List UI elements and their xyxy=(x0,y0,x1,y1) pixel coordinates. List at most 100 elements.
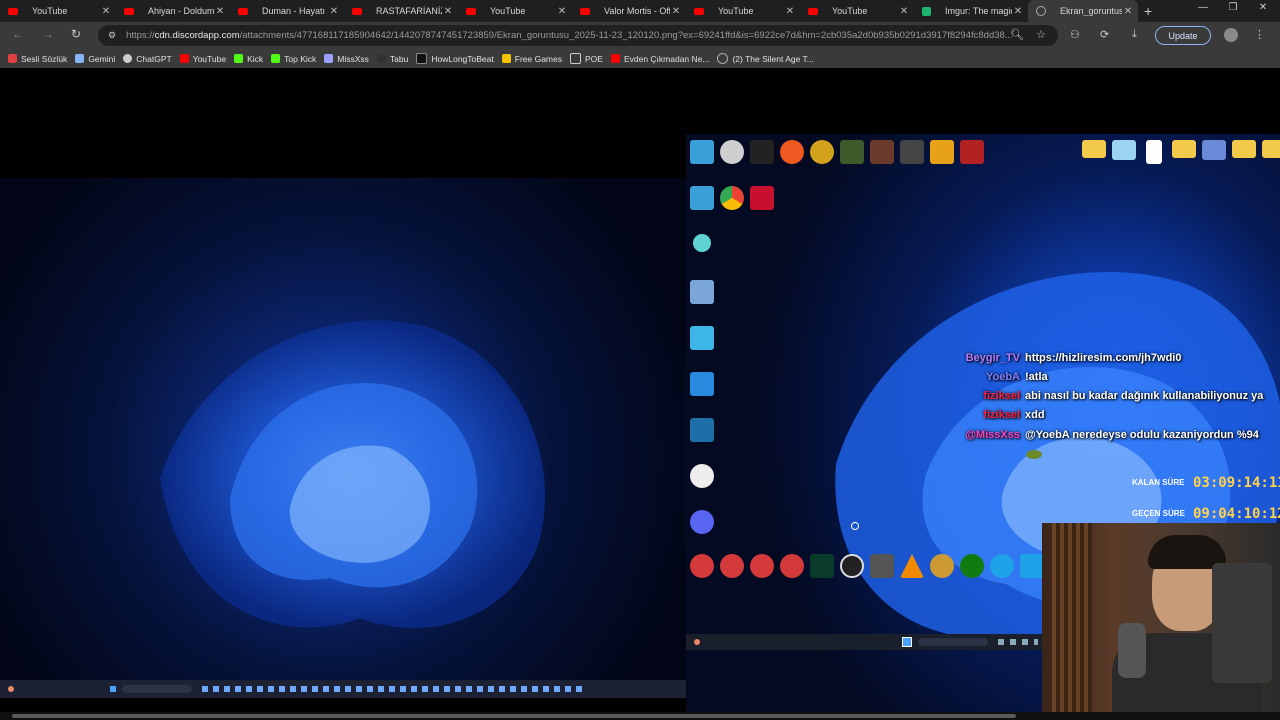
tab-title: YouTube xyxy=(32,6,68,16)
xbox-icon xyxy=(958,554,986,580)
tag-icon xyxy=(501,54,511,63)
bookmark-item[interactable]: Sesli Sözlük xyxy=(8,54,67,64)
close-tab-icon[interactable]: ✕ xyxy=(442,6,454,17)
youtube-icon xyxy=(466,7,476,15)
chat-username: fiziksel xyxy=(983,390,1020,402)
bookmark-label: Free Games xyxy=(514,53,562,64)
bookmark-folder[interactable]: POE xyxy=(570,53,603,64)
tab[interactable]: RASTAFARİANİZM: B✕ xyxy=(344,0,458,22)
desktop-icon xyxy=(718,140,746,166)
url-prefix: https:// xyxy=(126,30,155,41)
start-icon xyxy=(902,637,912,647)
tab[interactable]: Imgur: The magic of✕ xyxy=(914,0,1028,22)
tab[interactable]: Duman - Hayatı Yaşa✕ xyxy=(230,0,344,22)
cursor-icon xyxy=(851,522,859,530)
webcam-overlay xyxy=(1042,523,1280,720)
bloom-wallpaper-graphic xyxy=(160,320,546,629)
update-button[interactable]: Update xyxy=(1155,26,1211,45)
sync-icon[interactable]: ⟳ xyxy=(1100,28,1109,41)
minimize-icon[interactable]: — xyxy=(1188,2,1218,13)
url-text[interactable]: https://cdn.discordapp.com/attachments/4… xyxy=(126,30,1013,41)
desktop-icon xyxy=(688,554,716,580)
bookmark-label: HowLongToBeat xyxy=(431,53,494,64)
horizontal-scrollbar[interactable] xyxy=(0,712,1280,720)
bookmark-item[interactable]: YouTube xyxy=(179,54,226,64)
download-icon[interactable]: ⤓ xyxy=(1132,28,1137,41)
search-box xyxy=(122,685,192,693)
reload-icon[interactable]: ↻ xyxy=(71,27,81,41)
url-path: /attachments/477168117185904642/14420787… xyxy=(239,30,1013,41)
tab[interactable]: YouTube ✕ xyxy=(686,0,800,22)
youtube-icon xyxy=(124,7,134,15)
chat-username: Beygir_TV xyxy=(965,352,1020,364)
site-info-icon[interactable]: ⚙ xyxy=(108,30,116,41)
tab-title: Ekran_goruntusu_20 xyxy=(1060,6,1122,16)
tab-title: YouTube xyxy=(718,6,754,16)
youtube-icon xyxy=(179,54,189,63)
back-icon[interactable]: ← xyxy=(12,27,24,41)
scrollbar-thumb[interactable] xyxy=(12,714,1016,718)
profile-avatar[interactable] xyxy=(1224,28,1238,42)
close-tab-icon[interactable]: ✕ xyxy=(214,6,226,17)
bookmark-item[interactable]: Tabu xyxy=(376,53,409,64)
tab[interactable]: Ahiyan - Doldum (O✕ xyxy=(116,0,230,22)
close-tab-icon[interactable]: ✕ xyxy=(898,6,910,17)
bookmark-item[interactable]: Kick xyxy=(234,54,263,64)
desktop-icon xyxy=(748,140,776,166)
bookmark-label: ChatGPT xyxy=(136,53,172,64)
youtube-icon xyxy=(352,7,362,15)
bookmark-item[interactable]: Gemini xyxy=(75,54,115,64)
bookmark-label: (2) The Silent Age T... xyxy=(732,53,814,64)
gemini-icon xyxy=(75,54,85,63)
tab[interactable]: YouTube ✕ xyxy=(458,0,572,22)
bookmark-label: Gemini xyxy=(88,53,116,64)
youtube-icon xyxy=(238,7,248,15)
bookmark-star-icon[interactable]: ☆ xyxy=(1036,28,1046,41)
windows-wallpaper xyxy=(0,178,686,680)
tab[interactable]: YouTube ✕ xyxy=(800,0,914,22)
tab[interactable]: Valor Mortis - Officia✕ xyxy=(572,0,686,22)
folder-icon xyxy=(570,53,581,64)
bookmark-label: Tabu xyxy=(389,53,409,64)
bookmark-icon xyxy=(324,54,334,63)
bookmark-item[interactable]: Top Kick xyxy=(271,54,316,64)
microphone-icon xyxy=(1118,623,1146,678)
close-tab-icon[interactable]: ✕ xyxy=(1012,6,1024,17)
desktop-icon xyxy=(718,554,746,580)
tab-title: YouTube xyxy=(832,6,868,16)
desktop-icon xyxy=(928,140,956,166)
close-tab-icon[interactable]: ✕ xyxy=(328,6,340,17)
bookmark-icon xyxy=(416,53,428,64)
tab-strip: YouTube ✕ Ahiyan - Doldum (O✕ Duman - Hay… xyxy=(0,0,1280,22)
elapsed-time-label: GEÇEN SÜRE xyxy=(1132,509,1185,518)
forward-icon[interactable]: → xyxy=(42,27,54,41)
bookmark-item[interactable]: HowLongToBeat xyxy=(416,53,494,64)
bookmark-item[interactable]: MissXss xyxy=(324,54,369,64)
close-window-icon[interactable]: ✕ xyxy=(1248,2,1278,13)
extensions-icon[interactable]: ⚇ xyxy=(1070,28,1080,41)
chat-username: YoebA xyxy=(985,371,1020,383)
bookmark-item[interactable]: (2) The Silent Age T... xyxy=(717,53,814,64)
left-taskbar xyxy=(0,680,686,698)
tab[interactable]: YouTube ✕ xyxy=(0,0,116,22)
close-tab-icon[interactable]: ✕ xyxy=(100,6,112,17)
discord-icon xyxy=(688,510,716,536)
close-tab-icon[interactable]: ✕ xyxy=(784,6,796,17)
desktop-icon xyxy=(898,140,926,166)
elapsed-time-value: 09:04:10:12 xyxy=(1193,506,1280,522)
bookmark-item[interactable]: Evden Çıkmadan Ne... xyxy=(610,54,709,64)
bookmark-item[interactable]: Free Games xyxy=(501,53,562,64)
address-bar[interactable]: ⚙ https://cdn.discordapp.com/attachments… xyxy=(98,25,1058,46)
close-tab-icon[interactable]: ✕ xyxy=(1122,6,1134,17)
zoom-icon[interactable]: 🔍︎ xyxy=(1010,28,1024,41)
tab-active[interactable]: Ekran_goruntusu_20✕ xyxy=(1028,0,1138,22)
desktop-icon xyxy=(688,464,716,490)
youtube-icon xyxy=(610,54,620,63)
new-tab-icon[interactable]: + xyxy=(1144,3,1152,19)
menu-icon[interactable]: ⋮ xyxy=(1254,28,1265,41)
close-tab-icon[interactable]: ✕ xyxy=(556,6,568,17)
close-tab-icon[interactable]: ✕ xyxy=(670,6,682,17)
maximize-icon[interactable]: ❐ xyxy=(1218,2,1248,13)
bookmark-item[interactable]: ChatGPT xyxy=(123,53,172,64)
youtube-icon xyxy=(580,7,590,15)
